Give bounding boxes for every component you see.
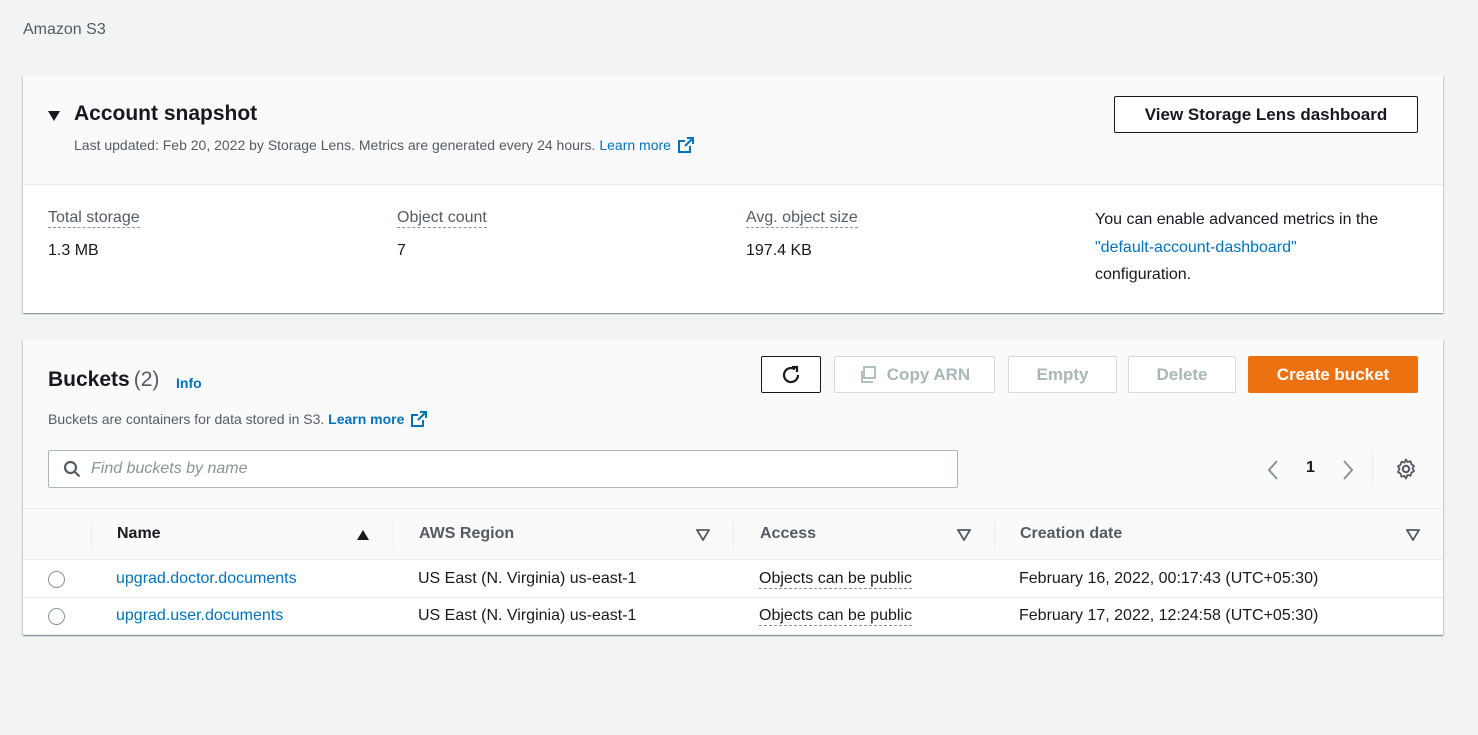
empty-button[interactable]: Empty	[1008, 356, 1117, 393]
refresh-button[interactable]	[761, 356, 821, 393]
table-header: Name AWS Region Access Creation date	[23, 508, 1443, 560]
avg-object-size-value: 197.4 KB	[746, 242, 812, 259]
table-row[interactable]: upgrad.user.documents US East (N. Virgin…	[23, 598, 1443, 635]
bucket-name-link[interactable]: upgrad.user.documents	[116, 607, 283, 625]
buckets-header: Buckets (2) Info Buckets are containers f…	[23, 340, 1443, 508]
bucket-access-text[interactable]: Objects can be public	[759, 607, 912, 626]
buckets-subtitle: Buckets are containers for data stored i…	[48, 410, 428, 428]
default-dashboard-link[interactable]: "default-account-dashboard"	[1095, 239, 1297, 256]
create-bucket-button[interactable]: Create bucket	[1248, 356, 1418, 393]
info-link[interactable]: Info	[176, 375, 202, 391]
bucket-creation-date: February 16, 2022, 00:17:43 (UTC+05:30)	[1019, 570, 1319, 587]
buckets-learn-more-link[interactable]: Learn more	[328, 411, 404, 427]
total-storage-value: 1.3 MB	[48, 242, 99, 259]
copy-icon	[860, 365, 876, 383]
advanced-metrics-text: You can enable advanced metrics in the	[1095, 211, 1379, 228]
column-divider	[733, 521, 734, 549]
bucket-access-text[interactable]: Objects can be public	[759, 570, 912, 589]
sort-icon[interactable]	[696, 529, 710, 541]
total-storage-label[interactable]: Total storage	[48, 208, 140, 228]
copy-arn-label: Copy ARN	[886, 364, 971, 384]
account-snapshot-panel: Account snapshot Last updated: Feb 20, 2…	[23, 76, 1443, 313]
caret-down-icon[interactable]	[48, 111, 60, 121]
row-radio[interactable]	[48, 608, 65, 625]
sort-icon[interactable]	[957, 529, 971, 541]
account-snapshot-subtitle: Last updated: Feb 20, 2022 by Storage Le…	[74, 136, 695, 154]
learn-more-link[interactable]: Learn more	[599, 137, 671, 153]
snapshot-subtitle-text: Last updated: Feb 20, 2022 by Storage Le…	[74, 137, 596, 153]
buckets-count: (2)	[133, 368, 160, 391]
page-number[interactable]: 1	[1306, 459, 1315, 477]
object-count-value: 7	[397, 242, 406, 259]
column-divider	[91, 521, 92, 549]
column-region[interactable]: AWS Region	[419, 525, 514, 543]
column-name[interactable]: Name	[117, 525, 161, 543]
avg-object-size-label[interactable]: Avg. object size	[746, 208, 858, 228]
external-link-icon[interactable]	[677, 136, 695, 154]
external-link-icon[interactable]	[410, 410, 428, 428]
bucket-creation-date: February 17, 2022, 12:24:58 (UTC+05:30)	[1019, 607, 1319, 624]
column-access[interactable]: Access	[760, 525, 816, 543]
search-input[interactable]	[91, 460, 957, 478]
account-snapshot-title[interactable]: Account snapshot	[74, 102, 257, 126]
column-creation-date[interactable]: Creation date	[1020, 525, 1122, 543]
column-divider	[393, 521, 394, 549]
buckets-panel: Buckets (2) Info Buckets are containers f…	[23, 340, 1443, 635]
bucket-access[interactable]: Objects can be public	[759, 570, 912, 589]
divider	[1372, 452, 1373, 484]
bucket-name-link[interactable]: upgrad.doctor.documents	[116, 570, 297, 588]
buckets-title: Buckets (2)	[48, 368, 159, 392]
bucket-access[interactable]: Objects can be public	[759, 607, 912, 626]
bucket-region: US East (N. Virginia) us-east-1	[418, 570, 637, 587]
advanced-metrics-note: You can enable advanced metrics in the "…	[1095, 206, 1435, 289]
breadcrumb[interactable]: Amazon S3	[23, 21, 106, 39]
advanced-metrics-text-end: configuration.	[1095, 266, 1192, 283]
sort-ascending-icon[interactable]	[356, 529, 370, 541]
sort-icon[interactable]	[1406, 529, 1420, 541]
buckets-title-text: Buckets	[48, 368, 130, 391]
table-row[interactable]: upgrad.doctor.documents US East (N. Virg…	[23, 561, 1443, 598]
gear-icon[interactable]	[1395, 458, 1417, 480]
account-snapshot-header: Account snapshot Last updated: Feb 20, 2…	[23, 76, 1443, 185]
search-field[interactable]	[48, 450, 958, 488]
chevron-right-icon[interactable]	[1341, 459, 1355, 481]
refresh-icon	[782, 365, 800, 383]
copy-arn-button[interactable]: Copy ARN	[834, 356, 995, 393]
column-divider	[994, 521, 995, 549]
chevron-left-icon[interactable]	[1266, 459, 1280, 481]
object-count-label[interactable]: Object count	[397, 208, 487, 228]
bucket-region: US East (N. Virginia) us-east-1	[418, 607, 637, 624]
row-radio[interactable]	[48, 571, 65, 588]
delete-button[interactable]: Delete	[1128, 356, 1236, 393]
view-storage-lens-button[interactable]: View Storage Lens dashboard	[1114, 96, 1418, 133]
buckets-subtitle-text: Buckets are containers for data stored i…	[48, 411, 325, 427]
search-icon	[63, 460, 81, 478]
